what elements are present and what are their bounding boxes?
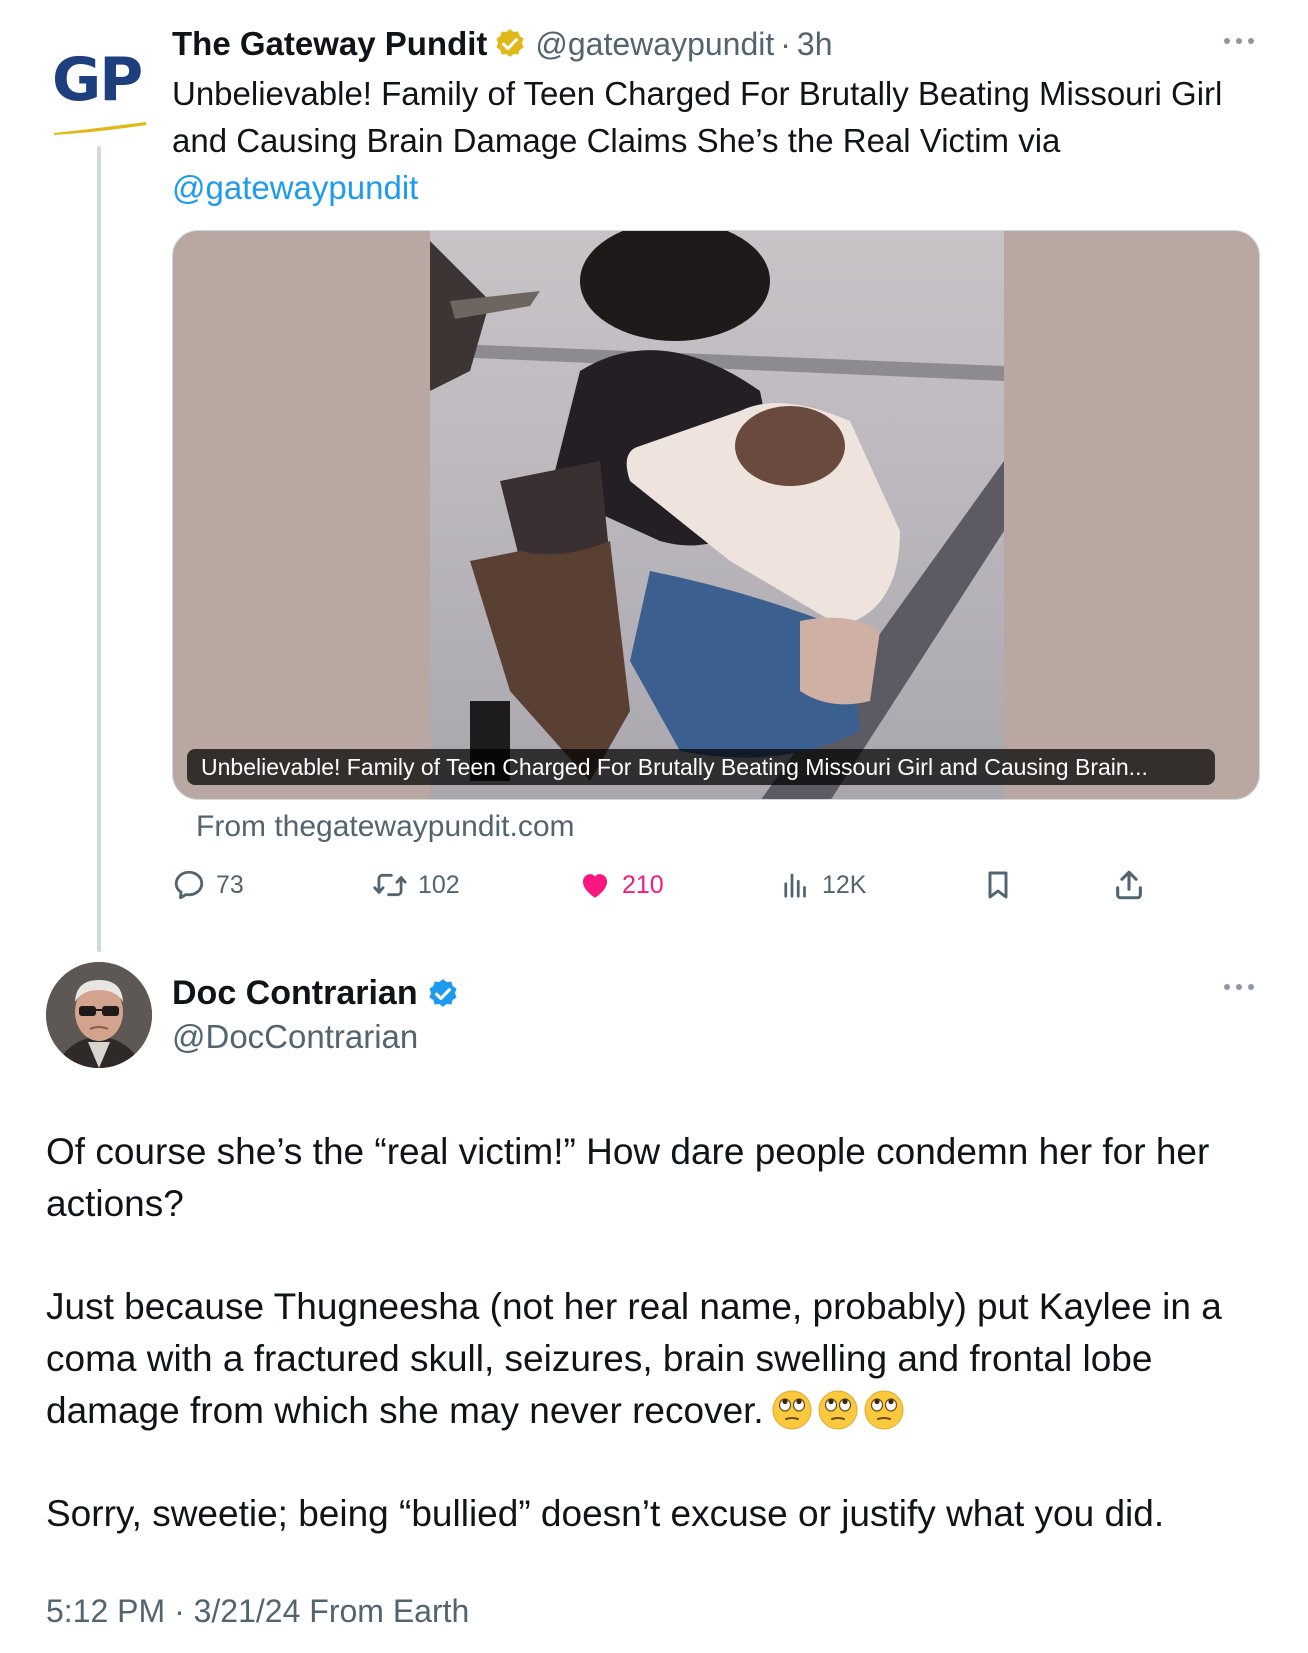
reply-button[interactable]: 73 [172, 862, 244, 908]
avatar-portrait [46, 962, 152, 1068]
mention-link[interactable]: @gatewaypundit [172, 164, 1252, 211]
gold-verified-badge-icon[interactable] [493, 27, 527, 61]
tweet-body: Unbelievable! Family of Teen Charged For… [172, 75, 1223, 159]
author-name[interactable]: The Gateway Pundit [172, 25, 487, 63]
action-bar: 73 102 210 12K [172, 862, 1152, 908]
reply-icon [174, 870, 204, 900]
views-count: 12K [822, 870, 867, 899]
emoji-group [772, 1390, 904, 1430]
bookmark-icon [988, 871, 1008, 899]
card-caption: Unbelievable! Family of Teen Charged For… [187, 749, 1215, 785]
tweet-paragraph: Sorry, sweetie; being “bullied” doesn’t … [46, 1493, 1165, 1534]
card-source[interactable]: From thegatewaypundit.com [196, 810, 575, 844]
reply-count: 73 [216, 870, 244, 899]
author-handle[interactable]: @DocContrarian [172, 1018, 418, 1056]
like-button[interactable]: 210 [578, 862, 664, 908]
face-with-rolling-eyes-icon [818, 1390, 858, 1430]
share-button[interactable] [1112, 862, 1146, 908]
thread-line [97, 146, 101, 952]
author-handle[interactable]: @gatewaypundit [535, 26, 774, 63]
card-image [430, 231, 1004, 799]
views-bar-chart-icon [784, 873, 806, 898]
tweet-paragraph: Just because Thugneesha (not her real na… [46, 1281, 1276, 1437]
avatar[interactable] [46, 962, 152, 1068]
quoted-tweet-text: Unbelievable! Family of Teen Charged For… [172, 70, 1252, 211]
tweet-time[interactable]: 3h [797, 26, 833, 63]
author-name[interactable]: Doc Contrarian [172, 974, 418, 1013]
logo-swoosh [54, 122, 146, 135]
logo-text: GP [52, 45, 143, 115]
face-with-rolling-eyes-icon [864, 1390, 904, 1430]
tweet-timestamp[interactable]: 5:12 PM · 3/21/24 From Earth [46, 1593, 469, 1630]
tweet-paragraph: Of course she’s the “real victim!” How d… [46, 1131, 1210, 1224]
main-tweet-header: Doc Contrarian [172, 974, 460, 1013]
heart-icon [582, 874, 608, 898]
share-upload-icon [1116, 870, 1142, 900]
tweet-paragraph-text: Just because Thugneesha (not her real na… [46, 1286, 1222, 1431]
more-options-icon[interactable] [1224, 984, 1254, 990]
blue-verified-badge-icon[interactable] [426, 977, 460, 1011]
link-card[interactable]: Unbelievable! Family of Teen Charged For… [172, 230, 1260, 800]
views-button[interactable]: 12K [782, 862, 866, 908]
retweet-button[interactable]: 102 [372, 862, 460, 908]
video-still-illustration [430, 231, 1004, 799]
separator-dot: · [780, 25, 791, 62]
gateway-pundit-logo[interactable]: GP [52, 50, 152, 140]
like-count: 210 [622, 870, 664, 899]
more-options-icon[interactable] [1224, 38, 1254, 44]
retweet-icon [373, 873, 407, 897]
face-with-rolling-eyes-icon [772, 1390, 812, 1430]
bookmark-button[interactable] [982, 862, 1014, 908]
retweet-count: 102 [418, 870, 460, 899]
quoted-tweet-header: The Gateway Pundit @gatewaypundit · 3h [172, 22, 833, 66]
main-tweet-text: Of course she’s the “real victim!” How d… [46, 1126, 1276, 1540]
